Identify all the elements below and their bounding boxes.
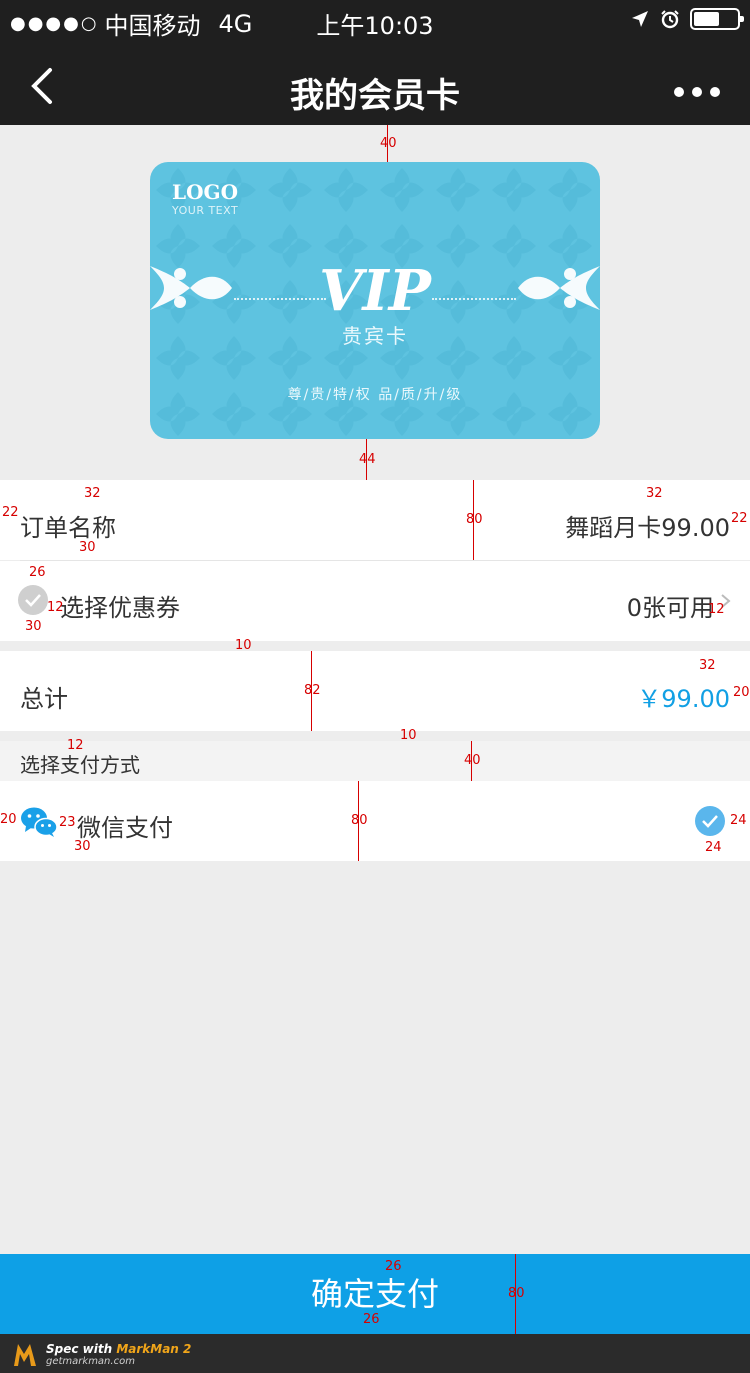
annotation-label: 30 <box>25 619 42 634</box>
markman-logo-icon <box>14 1344 36 1366</box>
card-logo-text: LOGO <box>172 180 238 204</box>
payment-section-title: 选择支付方式 <box>20 753 140 777</box>
nav-bar: 我的会员卡 <box>0 44 750 125</box>
markman-tagline: Spec with MarkMan 2 <box>46 1342 191 1356</box>
annotation-label: 12 <box>67 738 84 753</box>
annotation-label: 26 <box>385 1259 402 1274</box>
annotation-label: 32 <box>699 658 716 673</box>
order-name-value: 舞蹈月卡99.00 <box>565 514 730 542</box>
more-dot-icon <box>710 87 720 97</box>
vip-membership-card: LOGO YOUR TEXT VIP 贵宾卡 尊/贵/特/权 品/质/升/级 <box>150 162 600 439</box>
card-logo-subtext: YOUR TEXT <box>172 204 239 217</box>
annotation-label: 10 <box>235 638 252 653</box>
total-row: 总计 ￥99.00 <box>0 651 750 731</box>
annotation-label: 32 <box>84 486 101 501</box>
location-arrow-icon <box>632 11 648 27</box>
annotation-label: 26 <box>363 1312 380 1327</box>
annotation-label: 80 <box>466 512 483 527</box>
markman-brand-strip: Spec with MarkMan 2 getmarkman.com <box>0 1334 750 1373</box>
card-name: 贵宾卡 <box>342 324 408 348</box>
annotation-label: 40 <box>380 136 397 151</box>
annotation-label: 20 <box>0 812 17 827</box>
markman-tagline-prefix: Spec with <box>46 1341 117 1356</box>
annotation-label: 12 <box>47 600 64 615</box>
annotation-label: 24 <box>705 840 722 855</box>
annotation-label: 30 <box>79 540 96 555</box>
more-options-button[interactable] <box>674 87 720 97</box>
coupon-label: 选择优惠券 <box>60 594 180 622</box>
annotation-label: 40 <box>464 753 481 768</box>
annotation-label: 23 <box>59 815 76 830</box>
annotation-label: 44 <box>359 452 376 467</box>
card-logo: LOGO YOUR TEXT <box>172 180 238 217</box>
annotation-label: 80 <box>508 1286 525 1301</box>
payment-section-header: 选择支付方式 <box>0 741 750 781</box>
annotation-label: 26 <box>29 565 46 580</box>
coupon-value: 0张可用 <box>626 594 714 622</box>
annotation-label: 32 <box>646 486 663 501</box>
wechat-icon <box>21 807 58 837</box>
more-dot-icon <box>692 87 702 97</box>
alarm-clock-icon <box>661 10 679 29</box>
annotation-label: 10 <box>400 728 417 743</box>
wechat-pay-label: 微信支付 <box>77 814 173 842</box>
annotation-label: 30 <box>74 839 91 854</box>
wechat-selected-check-icon <box>695 806 725 836</box>
coupon-row[interactable]: 选择优惠券 0张可用 <box>0 561 750 641</box>
markman-brand: Spec with MarkMan 2 getmarkman.com <box>12 1340 191 1368</box>
more-dot-icon <box>674 87 684 97</box>
annotation-label: 22 <box>731 511 748 526</box>
annotation-label: 22 <box>2 505 19 520</box>
status-bar: ●●●●○ 中国移动 4G 上午10:03 <box>0 0 750 44</box>
battery-icon <box>690 8 744 30</box>
card-tagline: 尊/贵/特/权 品/质/升/级 <box>287 387 463 403</box>
page-title: 我的会员卡 <box>290 76 460 116</box>
total-label: 总计 <box>20 685 68 713</box>
card-vip-title: VIP <box>319 258 431 324</box>
annotation-label: 12 <box>708 602 725 617</box>
annotation-label: 80 <box>351 813 368 828</box>
markman-tagline-brand: MarkMan 2 <box>116 1341 192 1356</box>
total-value: ￥99.00 <box>637 685 730 713</box>
annotation-label: 82 <box>304 683 321 698</box>
markman-url: getmarkman.com <box>46 1355 135 1367</box>
order-name-row: 订单名称 舞蹈月卡99.00 <box>0 480 750 560</box>
annotation-label: 24 <box>730 813 747 828</box>
wechat-pay-row[interactable]: 微信支付 <box>0 781 750 861</box>
order-name-label: 订单名称 <box>20 514 116 542</box>
annotation-label: 20 <box>733 685 750 700</box>
coupon-check-icon <box>18 585 48 615</box>
status-right <box>630 8 744 30</box>
